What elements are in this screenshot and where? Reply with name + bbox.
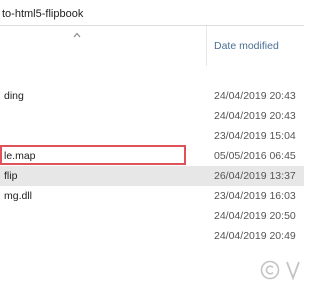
brand-logo-icon xyxy=(286,261,300,280)
chevron-up-icon xyxy=(73,32,81,38)
file-name: mg.dll xyxy=(4,190,33,202)
file-row[interactable]: ding 24/04/2019 20:43 xyxy=(0,86,304,106)
file-row[interactable]: 24/04/2019 20:50 xyxy=(0,206,304,226)
file-row[interactable]: le.map 05/05/2016 06:45 xyxy=(0,146,304,166)
file-date-modified: 23/04/2019 15:04 xyxy=(214,130,296,142)
file-row[interactable]: 24/04/2019 20:43 xyxy=(0,106,304,126)
file-row[interactable]: 24/04/2019 20:49 xyxy=(0,226,304,246)
copyright-icon xyxy=(260,260,280,280)
watermark xyxy=(260,260,300,280)
column-header-date-modified[interactable]: Date modified xyxy=(214,40,279,52)
file-date-modified: 24/04/2019 20:49 xyxy=(214,230,296,242)
file-date-modified: 24/04/2019 20:43 xyxy=(214,90,296,102)
address-bar[interactable]: to-html5-flipbook xyxy=(0,2,304,26)
file-name: flip xyxy=(4,170,18,182)
file-explorer-window: to-html5-flipbook Date modified ding 24/… xyxy=(0,0,304,292)
file-date-modified: 24/04/2019 20:50 xyxy=(214,210,296,222)
file-row-selected[interactable]: flip 26/04/2019 13:37 xyxy=(0,166,304,186)
file-date-modified: 26/04/2019 13:37 xyxy=(214,170,296,182)
file-row[interactable]: 23/04/2019 15:04 xyxy=(0,126,304,146)
file-date-modified: 23/04/2019 16:03 xyxy=(214,190,296,202)
file-name: ding xyxy=(4,90,24,102)
column-header-row: Date modified xyxy=(0,26,304,66)
address-path[interactable]: to-html5-flipbook xyxy=(2,8,83,20)
file-list: ding 24/04/2019 20:43 24/04/2019 20:43 2… xyxy=(0,66,304,246)
file-date-modified: 05/05/2016 06:45 xyxy=(214,150,296,162)
column-divider[interactable] xyxy=(206,26,207,66)
file-row[interactable]: mg.dll 23/04/2019 16:03 xyxy=(0,186,304,206)
file-date-modified: 24/04/2019 20:43 xyxy=(214,110,296,122)
file-name: le.map xyxy=(4,150,36,162)
file-row[interactable] xyxy=(0,66,304,86)
